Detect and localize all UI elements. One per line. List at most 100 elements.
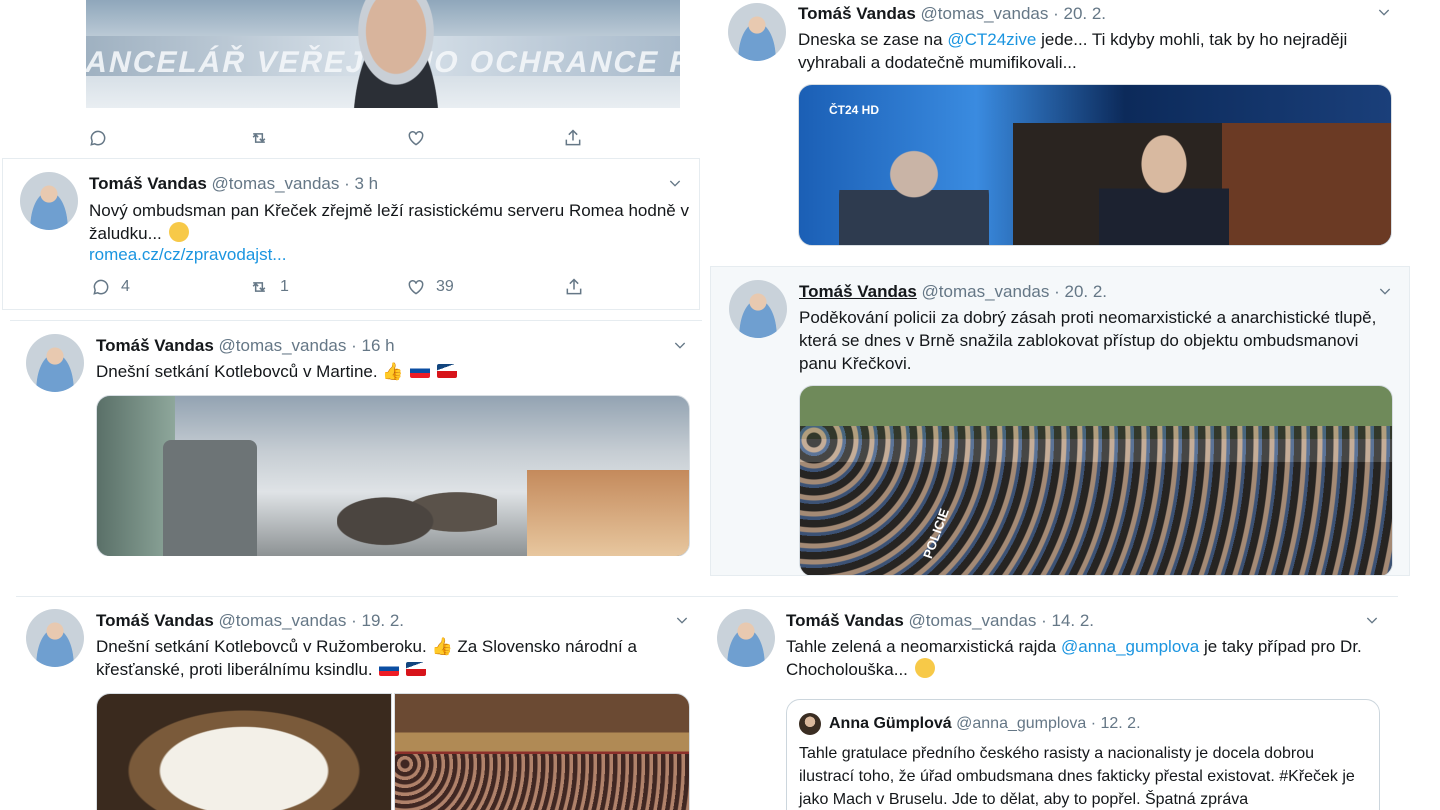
chevron-down-icon[interactable] bbox=[1377, 283, 1393, 299]
tweet-body-part1: Dneska se zase na bbox=[798, 30, 943, 49]
tweet-media-ct24-broadcast[interactable]: ČT24 HD bbox=[798, 84, 1392, 246]
share-icon bbox=[566, 278, 582, 295]
tweet-card[interactable]: Tomáš Vandas @tomas_vandas · 14. 2. Tahl… bbox=[710, 596, 1398, 810]
mention-link[interactable]: @CT24zive bbox=[947, 30, 1036, 49]
tweet-header: Tomáš Vandas @tomas_vandas · 16 h bbox=[96, 335, 395, 357]
quote-text: Tahle gratulace předního českého rasisty… bbox=[799, 745, 1355, 808]
author-handle[interactable]: @tomas_vandas bbox=[922, 282, 1050, 301]
separator-dot: · bbox=[1053, 4, 1059, 23]
quoted-tweet[interactable]: Anna Gümplová @anna_gumplova · 12. 2. Ta… bbox=[786, 699, 1380, 810]
author-handle[interactable]: @tomas_vandas bbox=[219, 336, 347, 355]
retweet-button[interactable] bbox=[248, 128, 270, 148]
retweet-count: 1 bbox=[280, 278, 289, 295]
tweet-header: Tomáš Vandas @tomas_vandas · 20. 2. bbox=[799, 281, 1107, 303]
slovak-flag-icon bbox=[410, 364, 431, 378]
smirk-emoji-icon bbox=[168, 222, 189, 242]
tweet-time[interactable]: 20. 2. bbox=[1064, 4, 1107, 23]
author-name[interactable]: Tomáš Vandas bbox=[96, 336, 214, 355]
author-name[interactable]: Tomáš Vandas bbox=[96, 611, 214, 630]
quote-avatar[interactable] bbox=[799, 713, 821, 735]
avatar[interactable] bbox=[729, 280, 787, 338]
reply-button[interactable]: 4 bbox=[91, 277, 130, 297]
czech-flag-icon bbox=[406, 662, 427, 676]
tweet-media-audience[interactable] bbox=[394, 693, 690, 810]
tweet-link[interactable]: romea.cz/cz/zpravodajst... bbox=[89, 243, 286, 266]
tweet-media-police-protest[interactable]: POLICIE bbox=[799, 385, 1393, 575]
tweet-card[interactable]: Tomáš Vandas @tomas_vandas · 19. 2. Dneš… bbox=[16, 596, 710, 810]
share-icon bbox=[565, 129, 581, 146]
share-button[interactable] bbox=[563, 128, 583, 148]
media-channel-logo: ČT24 HD bbox=[829, 103, 880, 117]
reply-count: 4 bbox=[121, 278, 130, 295]
tweet-time[interactable]: 3 h bbox=[355, 174, 379, 193]
separator-dot: · bbox=[1054, 282, 1060, 301]
retweet-icon bbox=[252, 133, 266, 143]
reply-button[interactable] bbox=[88, 128, 108, 148]
chevron-down-icon[interactable] bbox=[667, 175, 683, 191]
tweet-header: Tomáš Vandas @tomas_vandas · 19. 2. bbox=[96, 610, 404, 632]
author-handle[interactable]: @tomas_vandas bbox=[909, 611, 1037, 630]
tweet-media-ombudsman-office[interactable]: KANCELÁŘ VEŘEJNÉHO OCHRANCE PRÁV bbox=[86, 0, 680, 108]
tweet-card[interactable]: Tomáš Vandas @tomas_vandas · 20. 2. Dnes… bbox=[710, 0, 1410, 246]
heart-icon bbox=[408, 279, 424, 295]
chevron-down-icon[interactable] bbox=[1364, 612, 1380, 628]
like-button[interactable]: 39 bbox=[406, 277, 454, 297]
chevron-down-icon[interactable] bbox=[674, 612, 690, 628]
chevron-down-icon[interactable] bbox=[1376, 4, 1392, 20]
avatar[interactable] bbox=[728, 3, 786, 61]
like-button[interactable] bbox=[406, 128, 426, 148]
author-name[interactable]: Tomáš Vandas bbox=[786, 611, 904, 630]
author-handle[interactable]: @tomas_vandas bbox=[212, 174, 340, 193]
media-building-right bbox=[527, 470, 689, 556]
author-handle[interactable]: @tomas_vandas bbox=[921, 4, 1049, 23]
czech-flag-icon bbox=[436, 364, 457, 378]
tweet-text: Dnešní setkání Kotlebovců v Ružomberoku.… bbox=[96, 635, 696, 681]
heart-icon bbox=[408, 130, 424, 146]
separator-dot: · bbox=[351, 611, 357, 630]
media-person-left bbox=[839, 143, 989, 245]
tweet-body: Dnešní setkání Kotlebovců v Martine. bbox=[96, 362, 378, 381]
avatar[interactable] bbox=[26, 609, 84, 667]
chevron-down-icon[interactable] bbox=[672, 337, 688, 353]
author-name[interactable]: Tomáš Vandas bbox=[799, 282, 917, 301]
quote-time[interactable]: 12. 2. bbox=[1100, 715, 1140, 732]
tweet-header: Tomáš Vandas @tomas_vandas · 20. 2. bbox=[798, 3, 1106, 25]
tweet-card[interactable]: Tomáš Vandas @tomas_vandas · 20. 2. Podě… bbox=[710, 266, 1410, 576]
tweet-card[interactable]: Tomáš Vandas @tomas_vandas · 16 h Dnešní… bbox=[10, 320, 702, 556]
media-monument bbox=[163, 440, 257, 556]
quote-header: Anna Gümplová @anna_gumplova · 12. 2. bbox=[829, 713, 1141, 735]
tweet-time[interactable]: 16 h bbox=[362, 336, 395, 355]
tweet-text: Poděkování policii za dobrý zásah proti … bbox=[799, 308, 1377, 373]
media-trees bbox=[337, 466, 497, 556]
media-crowd bbox=[800, 426, 1392, 575]
man-portrait bbox=[336, 0, 456, 108]
author-name[interactable]: Tomáš Vandas bbox=[798, 4, 916, 23]
tweet-time[interactable]: 14. 2. bbox=[1052, 611, 1095, 630]
slovak-flag-icon bbox=[379, 662, 400, 676]
tweet-header: Tomáš Vandas @tomas_vandas · 14. 2. bbox=[786, 610, 1094, 632]
tweet-time[interactable]: 20. 2. bbox=[1065, 282, 1108, 301]
avatar[interactable] bbox=[26, 334, 84, 392]
quote-author-handle[interactable]: @anna_gumplova bbox=[956, 715, 1086, 732]
quote-author-name[interactable]: Anna Gümplová bbox=[829, 715, 952, 732]
author-handle[interactable]: @tomas_vandas bbox=[219, 611, 347, 630]
tweet-text: Dneska se zase na @CT24zive jede... Ti k… bbox=[798, 28, 1378, 74]
retweet-button[interactable]: 1 bbox=[248, 277, 289, 297]
reply-icon bbox=[93, 279, 109, 295]
avatar[interactable] bbox=[717, 609, 775, 667]
tweet-card[interactable]: Tomáš Vandas @tomas_vandas · 3 h Nový om… bbox=[2, 158, 700, 310]
tweet-body-part1: Tahle zelená a neomarxistická rajda bbox=[786, 637, 1057, 656]
tweet-time[interactable]: 19. 2. bbox=[362, 611, 405, 630]
tweet-media-martin-square[interactable] bbox=[96, 395, 690, 556]
separator-dot: · bbox=[351, 336, 357, 355]
tweet-text: Tahle zelená a neomarxistická rajda @ann… bbox=[786, 635, 1382, 681]
tweet-text: Dnešní setkání Kotlebovců v Martine. 👍 bbox=[96, 360, 696, 383]
author-name[interactable]: Tomáš Vandas bbox=[89, 174, 207, 193]
thumbs-up-icon: 👍 bbox=[382, 362, 404, 381]
tweet-media-theater-stage[interactable] bbox=[96, 693, 392, 810]
avatar[interactable] bbox=[20, 172, 78, 230]
tweet-text: Nový ombudsman pan Křeček zřejmě leží ra… bbox=[89, 199, 689, 245]
mention-link[interactable]: @anna_gumplova bbox=[1061, 637, 1199, 656]
media-person-right bbox=[1099, 125, 1229, 245]
share-button[interactable] bbox=[564, 277, 584, 297]
